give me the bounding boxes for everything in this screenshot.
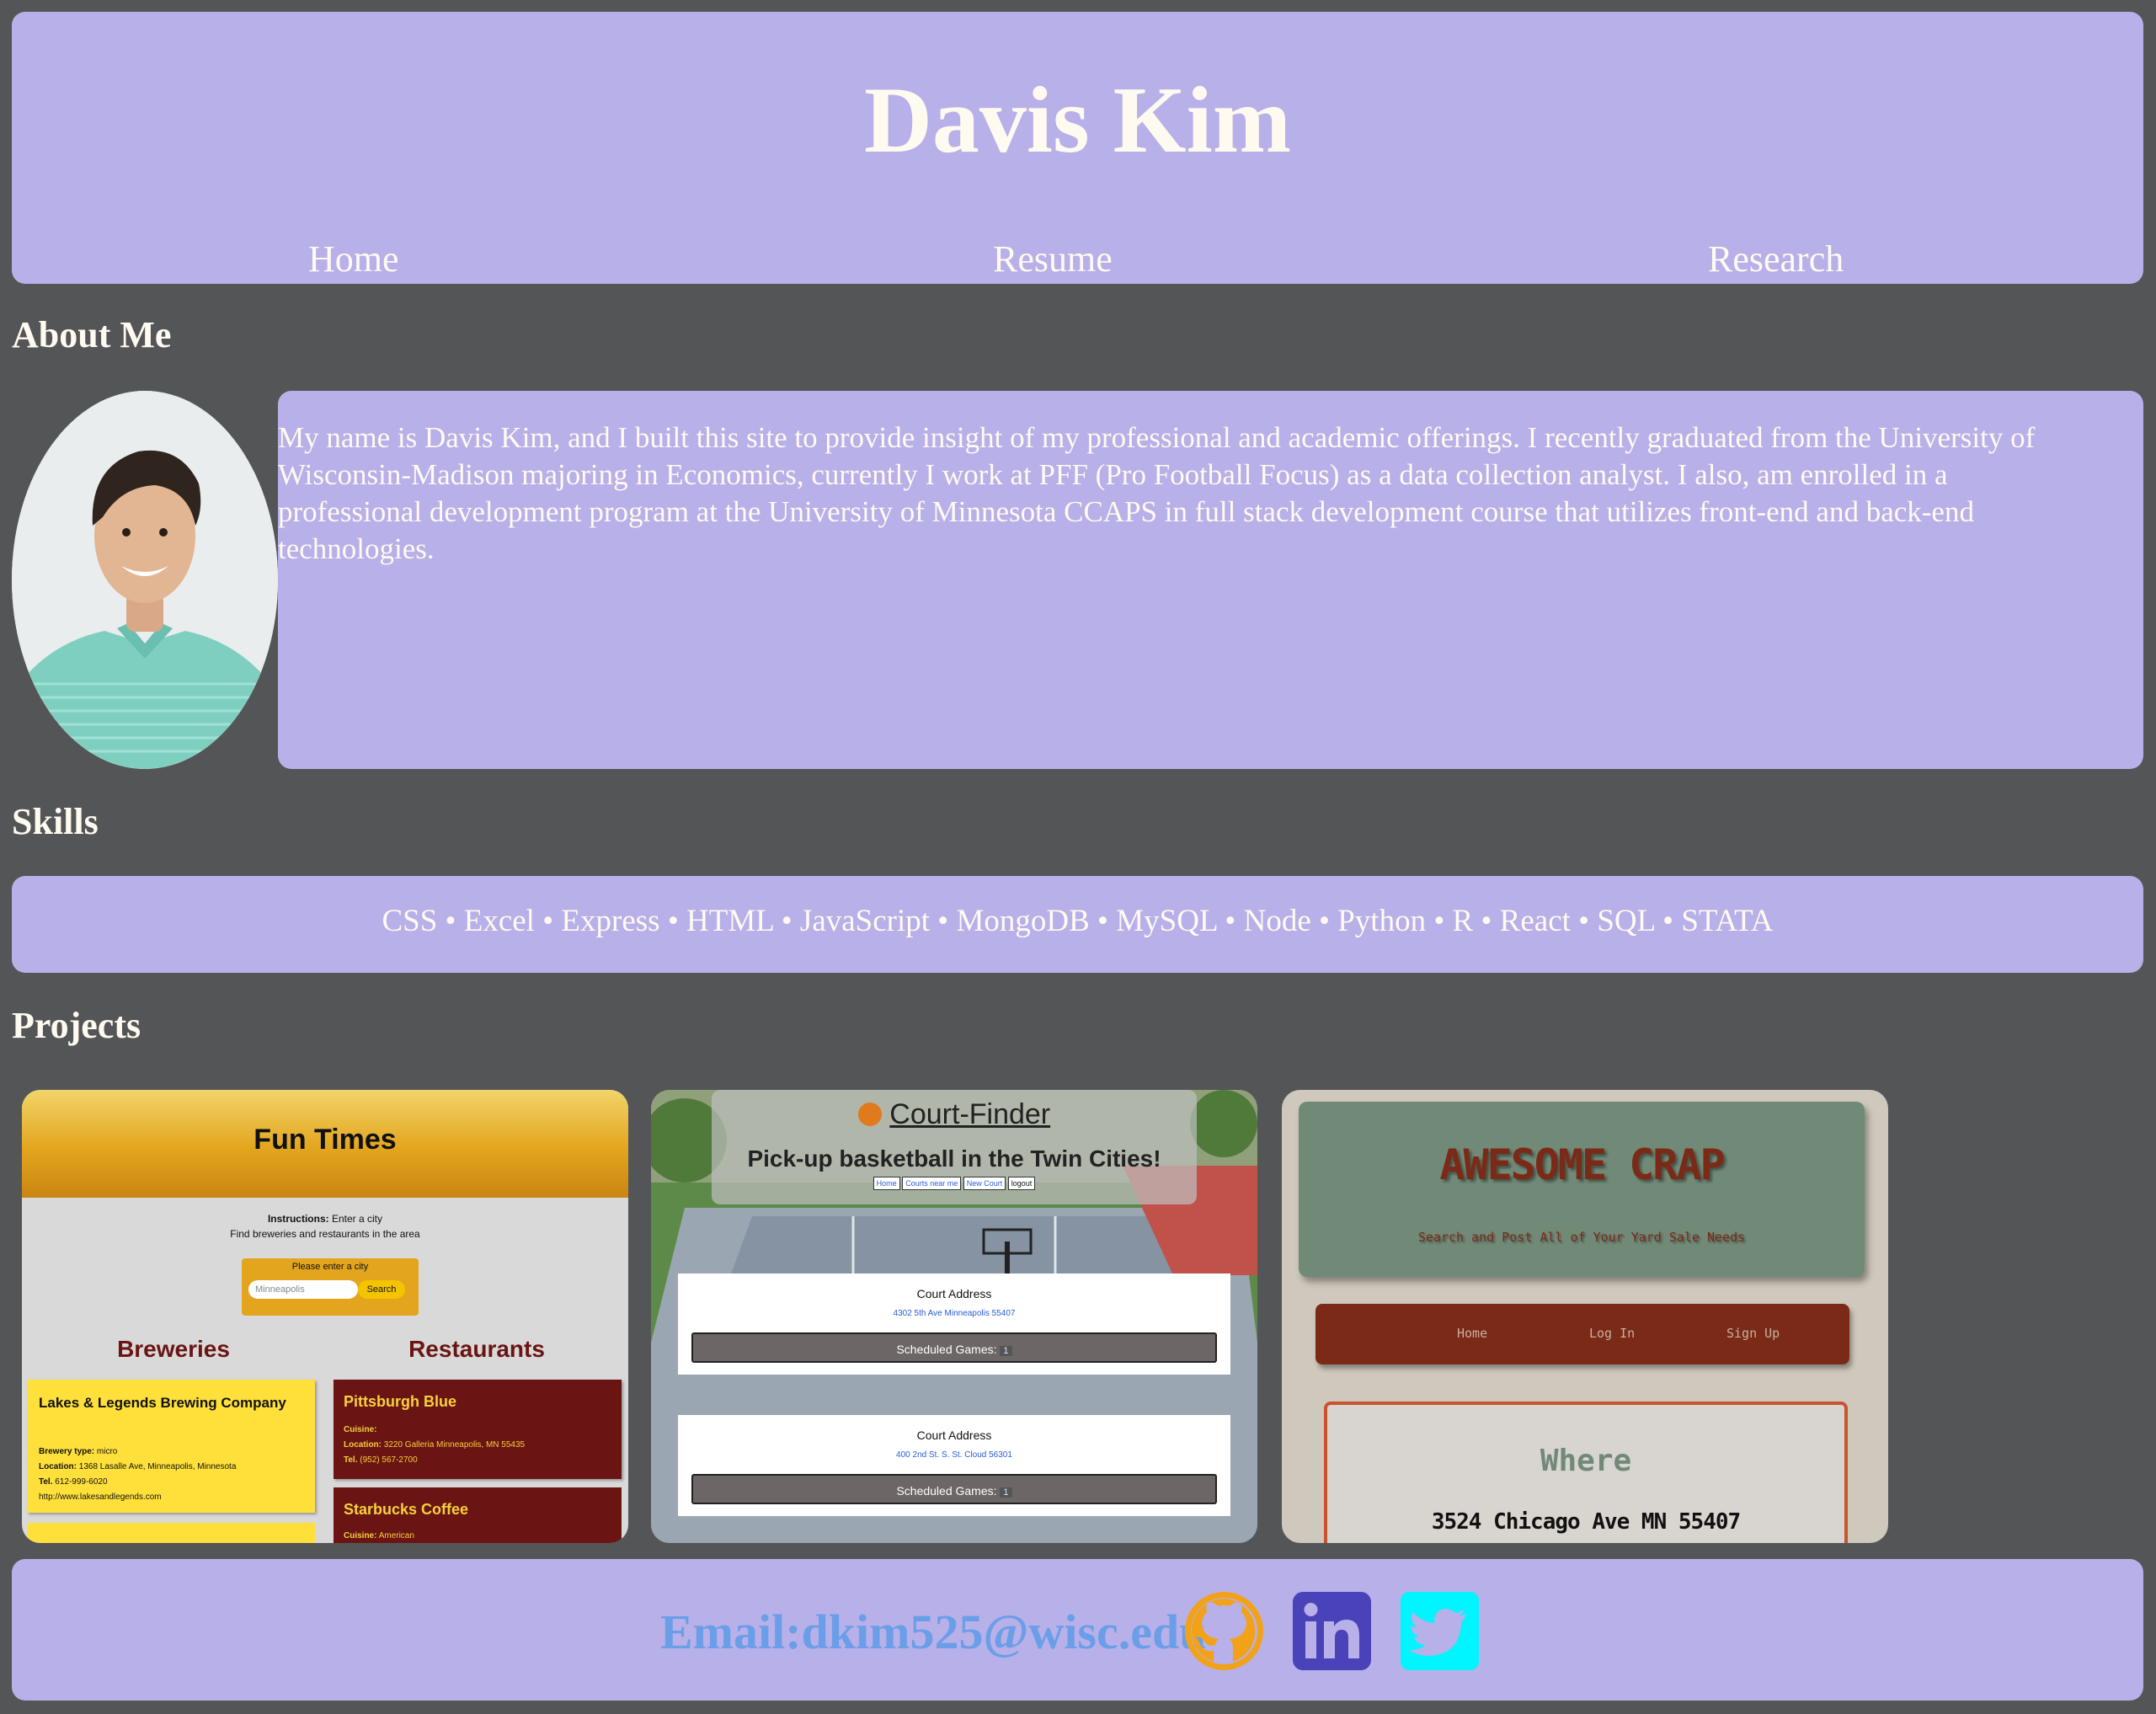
email-link[interactable]: Email:dkim525@wisc.edu — [660, 1603, 1207, 1662]
brewery-location-label: Location: — [39, 1462, 77, 1471]
projects-heading: Projects — [12, 1005, 141, 1046]
search-button[interactable]: Search — [358, 1280, 405, 1299]
restaurant-cuisine: Cuisine: — [344, 1425, 377, 1434]
restaurant-location-value: 3220 Galleria Minneapolis, MN 55435 — [383, 1440, 526, 1450]
linkedin-icon[interactable] — [1293, 1592, 1371, 1670]
project-card-fun-times[interactable]: Fun Times Instructions: Enter a city Fin… — [22, 1090, 628, 1543]
nav-courts-near-me-button[interactable]: Courts near me — [902, 1177, 962, 1190]
awesome-crap-subtitle: Search and Post All of Your Yard Sale Ne… — [1417, 1230, 1746, 1245]
restaurant-tel-label: Tel. — [344, 1455, 358, 1465]
awesome-crap-title: AWESOME CRAP — [1439, 1140, 1725, 1189]
restaurant-cuisine-value: American — [378, 1531, 414, 1540]
restaurant-card-2[interactable]: Starbucks Coffee Cuisine: American — [334, 1487, 622, 1543]
court-finder-title-text: Court-Finder — [889, 1098, 1051, 1130]
brewery-tel-label: Tel. — [39, 1477, 53, 1487]
restaurant-tel-value: (952) 567-2700 — [360, 1455, 418, 1465]
where-address: 3524 Chicago Ave MN 55407 — [1431, 1509, 1741, 1535]
instructions-row: Instructions: Enter a city — [22, 1213, 628, 1225]
instructions-subtext: Find breweries and restaurants in the ar… — [230, 1228, 420, 1240]
nav-resume-link[interactable]: Resume — [993, 238, 1113, 282]
brewery-type-label: Brewery type: — [39, 1447, 95, 1456]
city-prompt: Please enter a city — [291, 1262, 369, 1272]
restaurant-name: Starbucks Coffee — [344, 1501, 469, 1518]
skills-heading: Skills — [12, 801, 99, 842]
scheduled-games-button[interactable]: Scheduled Games: 1 — [691, 1474, 1217, 1504]
brewery-card[interactable]: Lakes & Legends Brewing Company Brewery … — [27, 1380, 315, 1513]
restaurant-location-label: Location: — [344, 1440, 382, 1450]
awesome-crap-header: AWESOME CRAP Search and Post All of Your… — [1299, 1102, 1865, 1277]
awesome-crap-nav: Home Log In Sign Up — [1315, 1304, 1849, 1364]
about-heading: About Me — [12, 314, 172, 355]
instructions-label: Instructions: — [267, 1213, 329, 1225]
scheduled-games-button[interactable]: Scheduled Games: 1 — [691, 1332, 1217, 1363]
brewery-location-value: 1368 Lasalle Ave, Minneapolis, Minnesota — [78, 1462, 237, 1471]
brewery-name: Lakes & Legends Brewing Company — [39, 1395, 286, 1411]
brewery-url[interactable]: http://www.lakesandlegends.com — [39, 1492, 162, 1502]
restaurant-tel: Tel. (952) 567-2700 — [344, 1455, 418, 1465]
twitter-icon[interactable] — [1401, 1592, 1479, 1670]
court-card-1[interactable]: Court Address 4302 5th Ave Minneapolis 5… — [678, 1273, 1230, 1375]
where-card: Where 3524 Chicago Ave MN 55407 — [1324, 1402, 1848, 1543]
profile-photo — [12, 391, 278, 769]
nav-login-link[interactable]: Log In — [1589, 1326, 1635, 1341]
skills-panel: CSS • Excel • Express • HTML • JavaScrip… — [12, 876, 2143, 973]
github-icon[interactable] — [1185, 1592, 1263, 1670]
restaurant-location: Location: 3220 Galleria Minneapolis, MN … — [344, 1440, 525, 1450]
site-footer: Email:dkim525@wisc.edu — [12, 1559, 2143, 1701]
project-card-awesome-crap[interactable]: AWESOME CRAP Search and Post All of Your… — [1282, 1090, 1888, 1543]
court-address[interactable]: 4302 5th Ave Minneapolis 55407 — [678, 1309, 1230, 1318]
skills-list: CSS • Excel • Express • HTML • JavaScrip… — [382, 904, 1774, 938]
brewery-tel: Tel. 612-999-6020 — [39, 1477, 108, 1487]
court-finder-nav: Home Courts near me New Court logout — [712, 1177, 1197, 1190]
court-address-label: Court Address — [916, 1428, 992, 1442]
brewery-type-value: micro — [96, 1447, 118, 1456]
nav-home-link[interactable]: Home — [1457, 1326, 1487, 1341]
scheduled-games-count: 1 — [1000, 1346, 1012, 1356]
restaurants-heading: Restaurants — [408, 1336, 545, 1362]
court-address-label: Court Address — [916, 1287, 992, 1300]
nav-home-button[interactable]: Home — [873, 1177, 900, 1190]
scheduled-games-label: Scheduled Games: — [896, 1484, 997, 1498]
instructions-text: Enter a city — [331, 1213, 383, 1225]
about-panel: My name is Davis Kim, and I built this s… — [278, 391, 2143, 769]
nav-new-court-button[interactable]: New Court — [963, 1177, 1006, 1190]
nav-signup-link[interactable]: Sign Up — [1726, 1326, 1780, 1341]
restaurant-cuisine-label: Cuisine: — [344, 1531, 377, 1540]
restaurant-cuisine: Cuisine: American — [344, 1531, 414, 1540]
scheduled-games-label: Scheduled Games: — [896, 1343, 997, 1356]
restaurant-name: Pittsburgh Blue — [344, 1393, 456, 1410]
breweries-heading: Breweries — [117, 1336, 230, 1362]
basketball-icon — [857, 1103, 882, 1126]
city-input[interactable]: Minneapolis — [248, 1280, 358, 1299]
brewery-card-next — [27, 1523, 315, 1543]
court-finder-title: Court-Finder — [712, 1098, 1197, 1131]
project-card-court-finder[interactable]: Court-Finder Pick-up basketball in the T… — [651, 1090, 1257, 1543]
scheduled-games-count: 1 — [1000, 1487, 1012, 1498]
nav-logout-button[interactable]: logout — [1007, 1177, 1036, 1190]
nav-research-link[interactable]: Research — [1708, 238, 1844, 282]
brewery-location: Location: 1368 Lasalle Ave, Minneapolis,… — [39, 1462, 236, 1471]
brewery-type: Brewery type: micro — [39, 1447, 117, 1456]
court-address[interactable]: 400 2nd St. S. St. Cloud 56301 — [678, 1450, 1230, 1460]
restaurant-card-1[interactable]: Pittsburgh Blue Cuisine: Location: 3220 … — [334, 1380, 622, 1479]
site-header: Davis Kim Home Resume Research — [12, 12, 2143, 284]
brewery-tel-value: 612-999-6020 — [55, 1477, 108, 1487]
city-search-box: Please enter a city Minneapolis Search — [242, 1258, 419, 1316]
where-heading: Where — [1540, 1444, 1632, 1478]
about-text: My name is Davis Kim, and I built this s… — [278, 421, 2036, 565]
nav-home-link[interactable]: Home — [308, 238, 399, 282]
court-finder-header: Court-Finder Pick-up basketball in the T… — [712, 1090, 1197, 1204]
court-finder-subtitle: Pick-up basketball in the Twin Cities! — [747, 1145, 1161, 1172]
project-title: Fun Times — [253, 1124, 397, 1156]
site-title: Davis Kim — [863, 68, 1292, 173]
court-card-2[interactable]: Court Address 400 2nd St. S. St. Cloud 5… — [678, 1415, 1230, 1516]
